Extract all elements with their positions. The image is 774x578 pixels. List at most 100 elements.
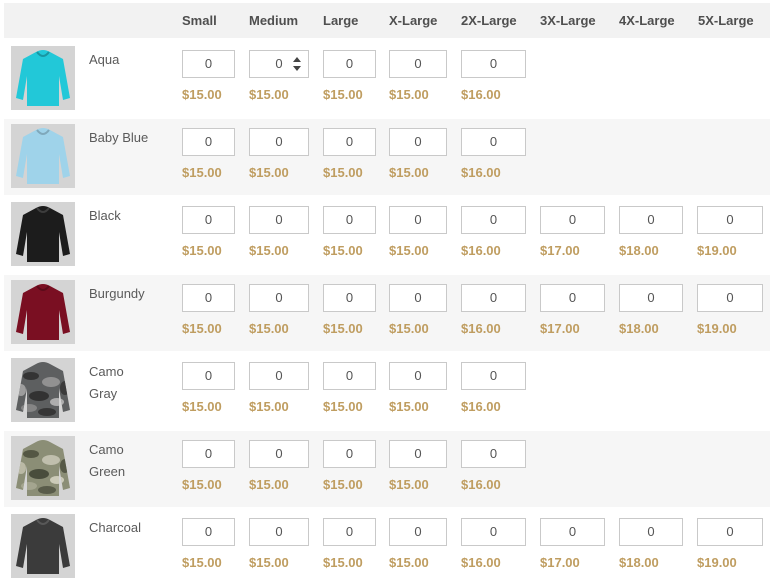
price-5xlarge: $19.00: [697, 555, 737, 570]
price-4xlarge: $18.00: [619, 243, 659, 258]
qty-input-medium[interactable]: 0: [249, 206, 309, 234]
qty-input-medium[interactable]: 0: [249, 518, 309, 546]
qty-input-large[interactable]: 0: [323, 518, 376, 546]
qty-input-3xlarge[interactable]: 0: [540, 284, 605, 312]
qty-input-3xlarge[interactable]: 0: [540, 518, 605, 546]
color-name-label: Aqua: [89, 52, 120, 67]
qty-input-2xlarge[interactable]: 0: [461, 440, 526, 468]
qty-input-small[interactable]: 0: [182, 128, 235, 156]
price-5xlarge: $19.00: [697, 243, 737, 258]
price-2xlarge: $16.00: [461, 555, 501, 570]
color-name-label: Camo Green: [89, 442, 126, 479]
qty-input-small[interactable]: 0: [182, 362, 235, 390]
qty-input-2xlarge[interactable]: 0: [461, 518, 526, 546]
price-small: $15.00: [182, 243, 222, 258]
qty-input-5xlarge[interactable]: 0: [697, 284, 763, 312]
qty-input-xlarge[interactable]: 0: [389, 128, 447, 156]
qty-input-large[interactable]: 0: [323, 206, 376, 234]
price-xlarge: $15.00: [389, 87, 429, 102]
qty-input-large[interactable]: 0: [323, 50, 376, 78]
qty-input-medium[interactable]: 0: [249, 362, 309, 390]
price-small: $15.00: [182, 87, 222, 102]
price-3xlarge: $17.00: [540, 555, 580, 570]
qty-input-xlarge[interactable]: 0: [389, 206, 447, 234]
price-small: $15.00: [182, 477, 222, 492]
qty-input-5xlarge[interactable]: 0: [697, 206, 763, 234]
price-small: $15.00: [182, 165, 222, 180]
price-small: $15.00: [182, 555, 222, 570]
qty-input-medium[interactable]: 0: [249, 50, 309, 78]
price-small: $15.00: [182, 399, 222, 414]
spinner-icon[interactable]: [293, 57, 301, 71]
qty-input-large[interactable]: 0: [323, 284, 376, 312]
qty-input-2xlarge[interactable]: 0: [461, 50, 526, 78]
qty-input-small[interactable]: 0: [182, 284, 235, 312]
qty-input-2xlarge[interactable]: 0: [461, 362, 526, 390]
price-3xlarge: $17.00: [540, 243, 580, 258]
size-header-large: Large: [323, 13, 359, 28]
price-medium: $15.00: [249, 87, 289, 102]
price-large: $15.00: [323, 243, 363, 258]
price-medium: $15.00: [249, 477, 289, 492]
hoodie-icon: [11, 358, 75, 422]
price-xlarge: $15.00: [389, 477, 429, 492]
qty-input-4xlarge[interactable]: 0: [619, 206, 683, 234]
hoodie-icon: [11, 514, 75, 578]
size-quantity-grid: Small Medium Large X-Large 2X-Large 3X-L…: [0, 0, 774, 578]
price-5xlarge: $19.00: [697, 321, 737, 336]
price-xlarge: $15.00: [389, 243, 429, 258]
qty-input-small[interactable]: 0: [182, 518, 235, 546]
qty-input-2xlarge[interactable]: 0: [461, 128, 526, 156]
qty-input-xlarge[interactable]: 0: [389, 50, 447, 78]
price-large: $15.00: [323, 321, 363, 336]
price-3xlarge: $17.00: [540, 321, 580, 336]
size-header-3xlarge: 3X-Large: [540, 13, 596, 28]
qty-input-small[interactable]: 0: [182, 206, 235, 234]
qty-input-5xlarge[interactable]: 0: [697, 518, 763, 546]
qty-input-medium[interactable]: 0: [249, 128, 309, 156]
color-name-label: Black: [89, 208, 121, 223]
qty-input-xlarge[interactable]: 0: [389, 440, 447, 468]
qty-input-xlarge[interactable]: 0: [389, 284, 447, 312]
price-medium: $15.00: [249, 165, 289, 180]
size-header-small: Small: [182, 13, 217, 28]
hoodie-icon: [11, 124, 75, 188]
qty-input-4xlarge[interactable]: 0: [619, 518, 683, 546]
qty-input-2xlarge[interactable]: 0: [461, 284, 526, 312]
size-header-4xlarge: 4X-Large: [619, 13, 675, 28]
qty-input-large[interactable]: 0: [323, 440, 376, 468]
qty-input-small[interactable]: 0: [182, 440, 235, 468]
table-row: Black 0 0 0 0 0 0 0 0 $15.00 $15.00 $15.…: [4, 197, 770, 273]
qty-input-large[interactable]: 0: [323, 362, 376, 390]
price-2xlarge: $16.00: [461, 321, 501, 336]
qty-input-3xlarge[interactable]: 0: [540, 206, 605, 234]
qty-input-small[interactable]: 0: [182, 50, 235, 78]
table-row: Camo Gray 0 0 0 0 0 $15.00 $15.00 $15.00…: [4, 353, 770, 429]
price-2xlarge: $16.00: [461, 87, 501, 102]
price-medium: $15.00: [249, 555, 289, 570]
hoodie-icon: [11, 202, 75, 266]
qty-input-xlarge[interactable]: 0: [389, 518, 447, 546]
size-header-medium: Medium: [249, 13, 299, 28]
price-2xlarge: $16.00: [461, 165, 501, 180]
price-xlarge: $15.00: [389, 555, 429, 570]
color-name-label: Burgundy: [89, 286, 145, 301]
qty-value: 0: [275, 56, 283, 71]
qty-input-large[interactable]: 0: [323, 128, 376, 156]
hoodie-icon: [11, 280, 75, 344]
qty-input-xlarge[interactable]: 0: [389, 362, 447, 390]
price-2xlarge: $16.00: [461, 477, 501, 492]
table-row: Camo Green 0 0 0 0 0 $15.00 $15.00 $15.0…: [4, 431, 770, 507]
price-large: $15.00: [323, 399, 363, 414]
qty-input-medium[interactable]: 0: [249, 284, 309, 312]
price-2xlarge: $16.00: [461, 243, 501, 258]
size-header-xlarge: X-Large: [389, 13, 438, 28]
qty-input-4xlarge[interactable]: 0: [619, 284, 683, 312]
qty-input-2xlarge[interactable]: 0: [461, 206, 526, 234]
hoodie-icon: [11, 436, 75, 500]
price-xlarge: $15.00: [389, 399, 429, 414]
table-row: Baby Blue 0 0 0 0 0 $15.00 $15.00 $15.00…: [4, 119, 770, 195]
qty-input-medium[interactable]: 0: [249, 440, 309, 468]
price-xlarge: $15.00: [389, 321, 429, 336]
price-4xlarge: $18.00: [619, 321, 659, 336]
